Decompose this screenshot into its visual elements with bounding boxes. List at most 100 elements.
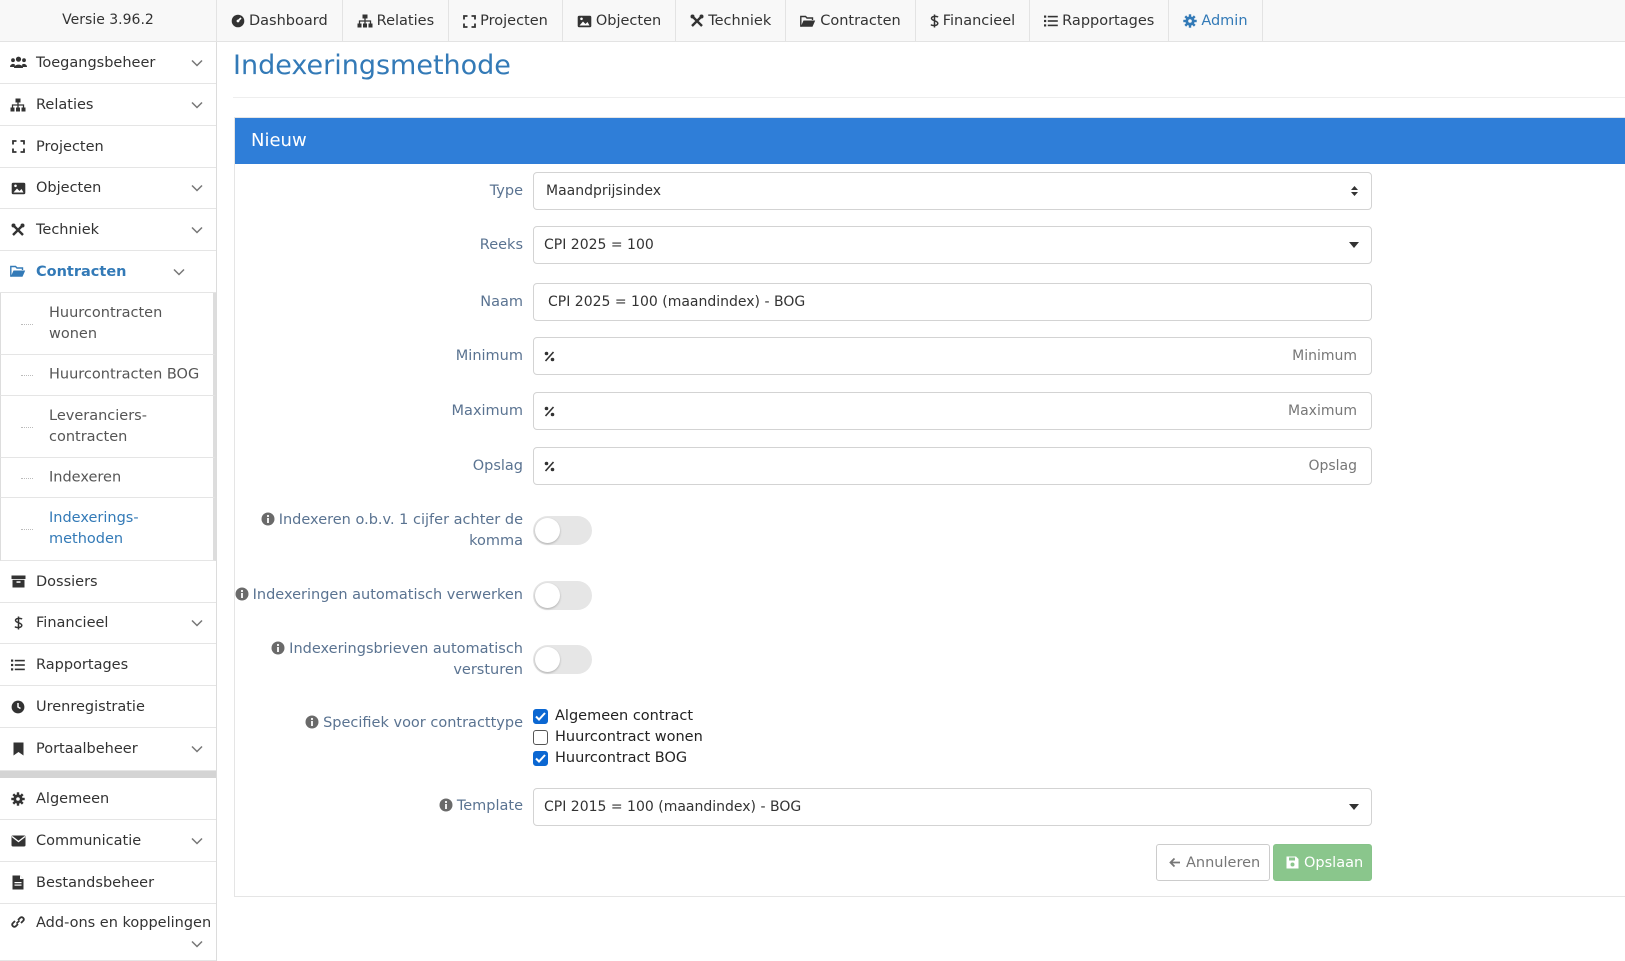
checkbox-huurcontract-bog[interactable]: Huurcontract BOG — [533, 750, 687, 766]
sidebar-item-portaalbeheer[interactable]: Portaalbeheer — [0, 728, 216, 771]
nav-admin[interactable]: Admin — [1169, 0, 1263, 42]
opslag-input[interactable] — [534, 448, 1371, 484]
list-icon — [1044, 15, 1058, 27]
save-button[interactable]: Opslaan — [1273, 844, 1372, 881]
sidebar-item-urenregistratie[interactable]: Urenregistratie — [0, 686, 216, 728]
template-value: CPI 2015 = 100 (maandindex) - BOG — [544, 799, 802, 815]
list-icon — [9, 659, 27, 671]
sidebar-subitem-indexeren[interactable]: Indexeren — [0, 458, 216, 498]
nav-objecten-label: Objecten — [595, 13, 662, 29]
sidebar-item-techniek[interactable]: Techniek — [0, 209, 216, 251]
dollar-icon — [9, 616, 27, 630]
sidebar-item-communicatie[interactable]: Communicatie — [0, 820, 216, 862]
title-divider — [233, 97, 1625, 98]
nav-rapportages[interactable]: Rapportages — [1030, 0, 1170, 42]
info-icon — [261, 512, 275, 526]
info-icon — [235, 587, 249, 601]
nav-financieel-label: Financieel — [942, 13, 1016, 29]
sidebar-item-financieel[interactable]: Financieel — [0, 603, 216, 644]
sidebar-item-relaties[interactable]: Relaties — [0, 84, 216, 126]
sidebar-item-label: Financieel — [36, 615, 109, 631]
sidebar-item-bestandsbeheer[interactable]: Bestandsbeheer — [0, 862, 216, 904]
sidebar-item-add-ons[interactable]: Add-ons en koppelingen — [0, 904, 216, 961]
naam-input[interactable] — [534, 284, 1371, 320]
nav-admin-label: Admin — [1201, 13, 1248, 29]
chevron-down-icon — [190, 745, 204, 753]
caret-down-icon — [1349, 227, 1359, 263]
sidebar-item-label: Communicatie — [36, 832, 142, 849]
reeks-value: CPI 2025 = 100 — [544, 237, 654, 253]
sidebar-item-rapportages[interactable]: Rapportages — [0, 644, 216, 686]
naam-label: Naam — [480, 294, 523, 310]
info-icon — [271, 641, 285, 655]
sidebar-subitem-leveranciers-contracten[interactable]: Leveranciers-contracten — [0, 396, 216, 458]
nav-objecten[interactable]: Objecten — [563, 0, 677, 42]
sidebar-subitem-huurcontracten-bog[interactable]: Huurcontracten BOG — [0, 355, 216, 396]
sidebar: Toegangsbeheer Relaties Projecten Object… — [0, 42, 217, 961]
minimum-label: Minimum — [455, 348, 523, 364]
bookmark-icon — [9, 742, 27, 756]
sidebar-subitem-huurcontracten-wonen[interactable]: Huurcontracten wonen — [0, 293, 216, 355]
nav-contracten[interactable]: Contracten — [786, 0, 916, 42]
envelope-icon — [9, 835, 27, 847]
checkbox-label: Huurcontract BOG — [555, 750, 688, 766]
reeks-select[interactable]: CPI 2025 = 100 — [533, 226, 1372, 264]
nav-techniek[interactable]: Techniek — [676, 0, 787, 42]
nav-dashboard-label: Dashboard — [249, 13, 328, 29]
chevron-down-icon — [190, 101, 204, 109]
sidebar-item-label: Bestandsbeheer — [36, 874, 155, 891]
sidebar-item-objecten[interactable]: Objecten — [0, 168, 216, 209]
sidebar-item-contracten[interactable]: Contracten — [0, 251, 216, 293]
sidebar-item-dossiers[interactable]: Dossiers — [0, 561, 216, 603]
image-icon — [9, 182, 27, 195]
toggle-auto-label: Indexeringen automatisch verwerken — [235, 585, 523, 606]
nav-contracten-label: Contracten — [820, 13, 901, 29]
sidebar-item-projecten[interactable]: Projecten — [0, 126, 216, 168]
nav-relaties[interactable]: Relaties — [343, 0, 450, 42]
save-button-label: Opslaan — [1304, 854, 1364, 871]
minimum-field[interactable] — [533, 337, 1372, 375]
sidebar-item-algemeen[interactable]: Algemeen — [0, 778, 216, 820]
link-icon — [9, 915, 27, 929]
folder-open-icon — [800, 15, 816, 28]
image-icon — [577, 15, 592, 28]
checkbox-algemeen-contract[interactable]: Algemeen contract — [533, 708, 693, 724]
sidebar-subitem-label: Indexerings-methoden — [49, 510, 139, 547]
type-select[interactable]: Maandprijsindex — [533, 172, 1372, 210]
toggle-decimal-switch[interactable] — [533, 516, 592, 545]
nav-financieel[interactable]: Financieel — [916, 0, 1031, 42]
cancel-button-label: Annuleren — [1186, 854, 1261, 871]
checkbox-unchecked[interactable] — [533, 729, 548, 745]
sidebar-subitem-label: Leveranciers-contracten — [49, 407, 147, 445]
sidebar-item-toegangsbeheer[interactable]: Toegangsbeheer — [0, 42, 216, 84]
maximum-field[interactable] — [533, 392, 1372, 430]
minimum-input[interactable] — [534, 338, 1371, 374]
users-icon — [9, 56, 27, 69]
sidebar-item-label: Contracten — [36, 263, 127, 280]
cancel-button[interactable]: Annuleren — [1156, 844, 1270, 881]
nav-techniek-label: Techniek — [708, 13, 772, 29]
toggle-letters-switch[interactable] — [533, 645, 592, 674]
checkbox-checked[interactable] — [533, 750, 548, 766]
opslag-field[interactable] — [533, 447, 1372, 485]
file-icon — [9, 875, 27, 890]
maximum-input[interactable] — [534, 393, 1371, 429]
template-select[interactable]: CPI 2015 = 100 (maandindex) - BOG — [533, 788, 1372, 826]
toggle-letters-label: Indexeringsbrieven automatisch versturen — [263, 639, 523, 681]
toggle-auto-text: Indexeringen automatisch verwerken — [252, 587, 523, 603]
sidebar-item-label: Add-ons en koppelingen — [36, 915, 212, 931]
opslag-label: Opslag — [472, 458, 523, 474]
nav-projecten[interactable]: Projecten — [449, 0, 563, 42]
nav-projecten-label: Projecten — [480, 13, 548, 29]
sidebar-subitem-indexeringsmethoden[interactable]: Indexerings-methoden — [0, 498, 216, 561]
nav-dashboard[interactable]: Dashboard — [217, 0, 343, 42]
sidebar-item-label: Algemeen — [36, 790, 110, 807]
type-value: Maandprijsindex — [546, 183, 662, 199]
naam-field[interactable] — [533, 283, 1372, 321]
checkbox-huurcontract-wonen[interactable]: Huurcontract wonen — [533, 729, 703, 745]
sidebar-item-label: Toegangsbeheer — [36, 54, 156, 71]
checkbox-checked[interactable] — [533, 708, 548, 724]
sitemap-icon — [9, 98, 27, 112]
sidebar-item-label: Projecten — [36, 138, 104, 155]
toggle-auto-switch[interactable] — [533, 581, 592, 610]
